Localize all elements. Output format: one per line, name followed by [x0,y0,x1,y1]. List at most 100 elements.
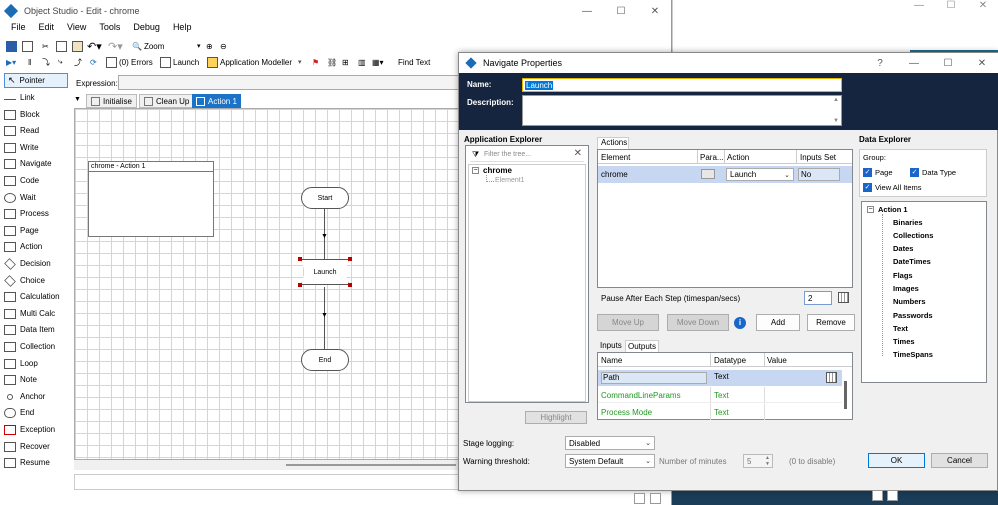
col-action[interactable]: Action [727,153,749,162]
zoom-control[interactable]: 🔍 Zoom [132,38,164,54]
tool-link[interactable]: Link [4,90,68,105]
data-type-checkbox[interactable]: ✓ Data Type [910,168,956,177]
taskbar-icon[interactable] [634,493,645,504]
tool-note[interactable]: Note [4,372,68,387]
taskbar-icon[interactable] [650,493,661,504]
tool-calculation[interactable]: Calculation [4,289,68,304]
find-text-button[interactable]: Find Text [398,54,430,70]
tree-node-timespans[interactable]: TimeSpans [893,350,933,359]
page-checkbox[interactable]: ✓ Page [863,168,893,177]
launch-button[interactable]: Launch [160,54,199,70]
stage-logging-select[interactable]: Disabled ⌄ [565,436,655,450]
block-chrome-action-1[interactable]: chrome - Action 1 [88,161,214,237]
menu-edit[interactable]: Edit [39,22,55,36]
tool-data-item[interactable]: Data Item [4,322,68,337]
tool-pointer[interactable]: ↖ Pointer [4,73,68,88]
selection-handle[interactable] [348,257,352,261]
tool-exception[interactable]: Exception [4,422,68,437]
value-editor-icon[interactable] [826,372,837,383]
cut-icon[interactable]: ✂ [42,38,49,54]
params-button[interactable] [701,169,715,179]
tree-node-datetimes[interactable]: DateTimes [893,257,931,266]
tree-node-chrome[interactable]: chrome [483,166,512,175]
calendar-icon[interactable] [838,292,849,303]
bg-close-icon[interactable]: ✕ [967,0,998,18]
warning-threshold-select[interactable]: System Default ⌄ [565,454,655,468]
menu-tools[interactable]: Tools [99,22,120,36]
tree-node-times[interactable]: Times [893,337,915,346]
move-up-button[interactable]: Move Up [597,314,659,331]
bg-minimize-icon[interactable]: — [903,0,935,18]
menu-debug[interactable]: Debug [133,22,160,36]
tree-node-text[interactable]: Text [893,324,908,333]
step-over-icon[interactable]: ⤷ [58,54,62,70]
tree-node-passwords[interactable]: Passwords [893,311,933,320]
horizontal-scrollbar[interactable] [74,460,464,470]
selection-handle[interactable] [298,257,302,261]
scrollbar-thumb[interactable] [286,464,456,466]
tabs-dropdown-icon[interactable]: ▼ [74,96,81,103]
tool-write[interactable]: Write [4,140,68,155]
taskbar-icon[interactable] [887,490,898,501]
info-icon[interactable]: i [734,317,746,329]
bg-maximize-icon[interactable]: ☐ [935,0,967,18]
tree-node-numbers[interactable]: Numbers [893,297,926,306]
tool-code[interactable]: Code [4,173,68,188]
tree-collapse-icon[interactable]: − [867,206,874,213]
col-name[interactable]: Name [601,356,622,365]
tool-anchor[interactable]: Anchor [4,389,68,404]
move-down-button[interactable]: Move Down [667,314,729,331]
inputs-scrollbar[interactable] [844,381,847,409]
tree-collapse-icon[interactable]: − [472,167,479,174]
end-stage[interactable]: End [301,349,349,371]
align-icon[interactable]: ▦▾ [372,54,384,70]
tool-action[interactable]: Action [4,239,68,254]
tool-block[interactable]: Block [4,107,68,122]
close-icon[interactable]: ✕ [638,0,672,22]
dialog-minimize-icon[interactable]: — [897,52,931,74]
tree-node-images[interactable]: Images [893,284,919,293]
maximize-icon[interactable]: ☐ [604,0,638,22]
tree-node-element1[interactable]: Element1 [495,177,525,184]
col-value[interactable]: Value [767,356,787,365]
highlight-button[interactable]: Highlight [525,411,587,424]
application-modeller-button[interactable]: Application Modeller [207,54,292,70]
clear-filter-icon[interactable]: ✕ [574,148,582,159]
col-params[interactable]: Para... [700,153,724,162]
undo-icon[interactable]: ↶▾ [87,38,102,54]
tool-collection[interactable]: Collection [4,339,68,354]
launch-stage[interactable]: Launch [301,259,349,285]
tool-resume[interactable]: Resume [4,455,68,470]
pause-icon[interactable]: ‖ [28,54,31,70]
run-icon[interactable]: ▶▾ [6,54,16,70]
selection-handle[interactable] [348,283,352,287]
menu-file[interactable]: File [11,22,26,36]
menu-help[interactable]: Help [173,22,192,36]
col-element[interactable]: Element [601,153,630,162]
col-datatype[interactable]: Datatype [714,356,746,365]
tool-navigate[interactable]: Navigate [4,156,68,171]
step-out-icon[interactable]: ⤴ [74,54,82,70]
tab-inputs[interactable]: Inputs [600,341,622,350]
tree-node-dates[interactable]: Dates [893,244,913,253]
filter-tree-input[interactable]: ⧩ Filter the tree... ✕ [470,148,584,162]
tool-process[interactable]: Process [4,206,68,221]
copy-icon[interactable] [56,38,67,54]
tab-initialise[interactable]: Initialise [86,94,137,108]
dialog-maximize-icon[interactable]: ☐ [931,52,965,74]
minimize-icon[interactable]: — [570,0,604,22]
add-button[interactable]: Add [756,314,800,331]
zoom-dropdown-icon[interactable]: ▾ [197,38,201,54]
scroll-down-icon[interactable]: ▼ [833,118,839,124]
tool-end[interactable]: End [4,405,68,420]
description-input[interactable]: ▲ ▼ [522,95,842,126]
selection-handle[interactable] [298,283,302,287]
start-stage[interactable]: Start [301,187,349,209]
step-icon[interactable]: ⤵ [42,54,50,70]
tool-recover[interactable]: Recover [4,439,68,454]
minutes-stepper[interactable]: 5 ▲ ▼ [743,454,773,468]
tool-page[interactable]: Page [4,223,68,238]
tool-read[interactable]: Read [4,123,68,138]
zoom-out-icon[interactable]: ⊖ [220,38,227,54]
remove-button[interactable]: Remove [807,314,855,331]
